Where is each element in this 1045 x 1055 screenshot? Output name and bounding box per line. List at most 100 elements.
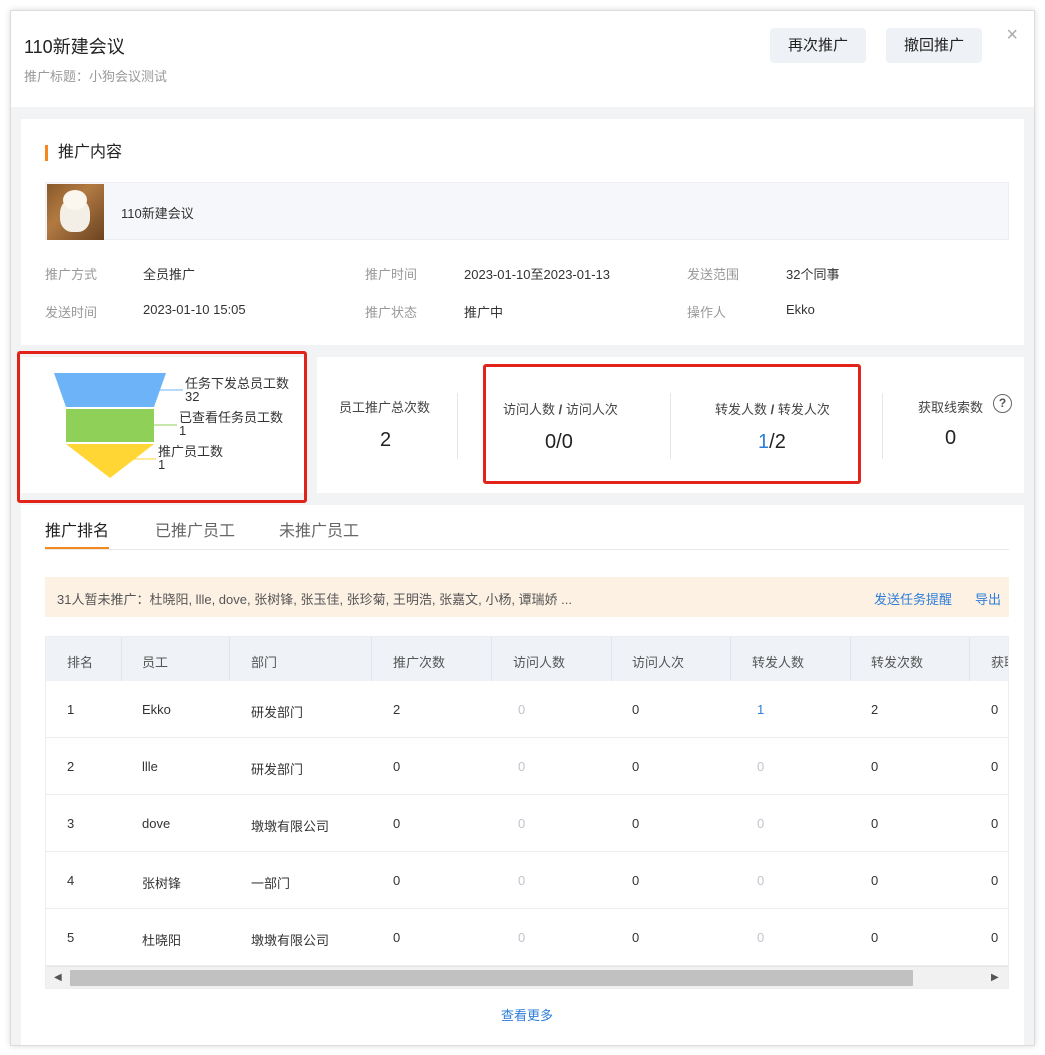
content-thumbnail [47, 184, 104, 240]
col-header: 推广次数 [393, 655, 446, 670]
col-header: 转发人数 [752, 655, 805, 670]
total-promotions-value: 2 [380, 429, 392, 451]
tab-promoted-staff[interactable]: 已推广员工 [155, 517, 235, 541]
cell-leads: 0 [991, 702, 999, 717]
table-row: 3 dove 墩墩有限公司 0 0 0 0 0 0 [46, 795, 1008, 852]
tab-ranking[interactable]: 推广排名 [45, 517, 109, 541]
cell-visits: 0 [632, 816, 640, 831]
info-value: 全员推广 [143, 267, 196, 282]
cell-rank: 4 [67, 873, 75, 888]
cell-forwarders: 0 [757, 930, 765, 945]
table-row: 4 张树锋 一部门 0 0 0 0 0 0 [46, 852, 1008, 909]
cell-forwards: 0 [871, 930, 879, 945]
table-header: 排名 员工 部门 推广次数 访问人数 访问人次 转发人数 转发次数 获取线索数 [46, 637, 1008, 681]
col-header: 获取线索数 [991, 655, 1008, 670]
info-label: 推广状态 [365, 305, 418, 320]
cell-visits: 0 [632, 873, 640, 888]
cell-forwards: 0 [871, 759, 879, 774]
cell-visitors: 0 [518, 759, 526, 774]
dialog-title: 110新建会议 [24, 37, 125, 57]
cell-visitors: 0 [518, 930, 526, 945]
info-label: 推广方式 [45, 267, 98, 282]
col-header: 员工 [142, 655, 169, 670]
cell-visitors: 0 [518, 873, 526, 888]
cell-visitors: 0 [518, 702, 526, 717]
unpromoted-notice: 31人暂未推广：杜晓阳, llle, dove, 张树锋, 张玉佳, 张珍菊, … [45, 577, 1009, 617]
ranking-card: 推广排名 已推广员工 未推广员工 31人暂未推广：杜晓阳, llle, dove… [21, 505, 1024, 1045]
send-reminder-link[interactable]: 发送任务提醒 [874, 589, 952, 608]
cell-promotions: 0 [393, 759, 401, 774]
cell-forwards: 0 [871, 816, 879, 831]
cell-forwarders[interactable]: 1 [757, 702, 764, 717]
cell-promotions: 2 [393, 702, 401, 717]
content-card: 推广内容 110新建会议 推广方式 全员推广 推广时间 2023-01-10至2… [21, 119, 1024, 345]
dialog-header: 110新建会议 推广标题：小狗会议测试 再次推广 撤回推广 × [11, 11, 1034, 107]
cell-promotions: 0 [393, 873, 401, 888]
cell-visits: 0 [632, 930, 640, 945]
info-value: Ekko [786, 302, 815, 317]
promotion-subtitle: 推广标题：小狗会议测试 [24, 69, 168, 84]
highlight-box-funnel [17, 351, 307, 503]
info-label: 发送范围 [687, 267, 740, 282]
repromote-button[interactable]: 再次推广 [770, 28, 867, 63]
cell-forwarders: 0 [757, 816, 765, 831]
cell-rank: 2 [67, 759, 75, 774]
table-row: 5 杜晓阳 墩墩有限公司 0 0 0 0 0 0 [46, 909, 1008, 966]
divider [882, 393, 883, 459]
cell-employee: llle [142, 759, 158, 774]
table-row: 1 Ekko 研发部门 2 0 0 1 2 0 [46, 681, 1008, 738]
cell-employee: dove [142, 816, 171, 831]
section-title: 推广内容 [45, 143, 122, 163]
leads-label: 获取线索数 [918, 400, 984, 415]
cell-promotions: 0 [393, 930, 401, 945]
divider [457, 393, 458, 459]
col-header: 排名 [67, 655, 94, 670]
cell-visitors: 0 [518, 816, 526, 831]
horizontal-scrollbar[interactable]: ◀ ▶ [46, 966, 1008, 988]
info-label: 操作人 [687, 305, 727, 320]
leads-value: 0 [945, 427, 957, 449]
info-value: 推广中 [464, 305, 504, 320]
promotion-detail-dialog: 110新建会议 推广标题：小狗会议测试 再次推广 撤回推广 × 推广内容 110… [10, 10, 1035, 1046]
scrollbar-thumb[interactable] [70, 970, 913, 986]
info-label: 发送时间 [45, 305, 98, 320]
cell-forwarders: 0 [757, 759, 765, 774]
cell-visits: 0 [632, 759, 640, 774]
notice-text: 31人暂未推广：杜晓阳, llle, dove, 张树锋, 张玉佳, 张珍菊, … [57, 592, 573, 607]
help-icon[interactable]: ? [993, 394, 1012, 413]
col-header: 访问人次 [632, 655, 685, 670]
cell-department: 一部门 [251, 876, 291, 891]
tab-divider [45, 549, 1009, 550]
content-item-name: 110新建会议 [121, 206, 194, 221]
cell-department: 墩墩有限公司 [251, 819, 330, 834]
col-header: 部门 [251, 655, 278, 670]
cell-employee: 张树锋 [142, 876, 182, 891]
cell-forwards: 2 [871, 702, 879, 717]
col-header: 访问人数 [513, 655, 566, 670]
scroll-left-icon[interactable]: ◀ [54, 972, 62, 983]
cell-leads: 0 [991, 759, 999, 774]
ranking-table: 排名 员工 部门 推广次数 访问人数 访问人次 转发人数 转发次数 获取线索数 … [45, 636, 1009, 989]
total-promotions-label: 员工推广总次数 [339, 400, 431, 415]
export-link[interactable]: 导出 [975, 589, 1001, 608]
cell-rank: 3 [67, 816, 75, 831]
view-more-link[interactable]: 查看更多 [45, 1005, 1009, 1024]
cell-department: 研发部门 [251, 705, 304, 720]
cell-employee: Ekko [142, 702, 171, 717]
cell-rank: 1 [67, 702, 75, 717]
info-value: 2023-01-10至2023-01-13 [464, 267, 610, 282]
active-tab-indicator [45, 547, 109, 549]
info-label: 推广时间 [365, 267, 418, 282]
withdraw-button[interactable]: 撤回推广 [886, 28, 983, 63]
content-item-row[interactable]: 110新建会议 [45, 182, 1009, 240]
tab-unpromoted-staff[interactable]: 未推广员工 [279, 517, 359, 541]
cell-rank: 5 [67, 930, 75, 945]
close-icon[interactable]: × [1006, 25, 1018, 45]
cell-department: 墩墩有限公司 [251, 933, 330, 948]
cell-employee: 杜晓阳 [142, 933, 182, 948]
cell-promotions: 0 [393, 816, 401, 831]
info-value: 2023-01-10 15:05 [143, 302, 246, 317]
scroll-right-icon[interactable]: ▶ [991, 972, 999, 983]
highlight-box-stats [483, 364, 861, 484]
info-value: 32个同事 [786, 267, 840, 282]
